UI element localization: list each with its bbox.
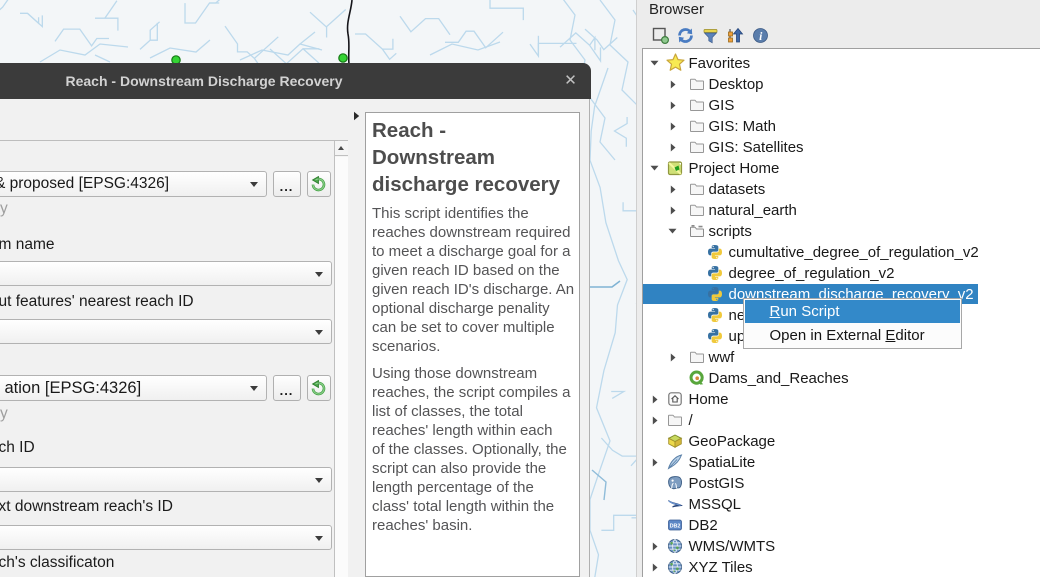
svg-text:DB2: DB2: [669, 523, 680, 529]
